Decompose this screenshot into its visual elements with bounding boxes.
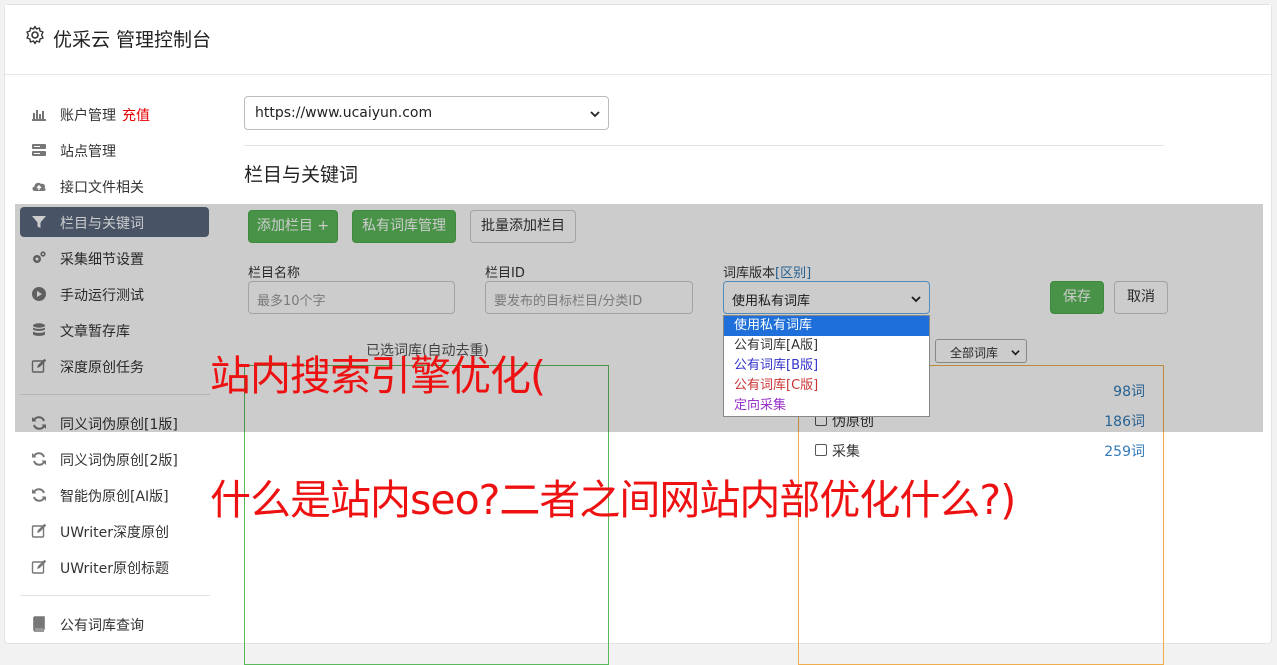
sidebar-item-label: 同义词伪原创[1版] (60, 417, 178, 433)
sidebar-item-uwriter-deep[interactable]: UWriter深度原创 (20, 516, 209, 546)
edit-icon (31, 559, 47, 574)
refresh-icon (32, 416, 46, 430)
sidebar-divider (20, 394, 210, 395)
database-icon (33, 323, 45, 336)
sidebar-item-interface[interactable]: 接口文件相关 (20, 171, 209, 201)
play-circle-icon (32, 287, 46, 301)
private-lib-button[interactable]: 私有词库管理 (352, 210, 456, 243)
sidebar-item-label: 手动运行测试 (60, 288, 144, 304)
all-libs-select[interactable]: 全部词库 (935, 339, 1027, 363)
edit-icon (31, 358, 47, 373)
sidebar-item-label: UWriter深度原创 (60, 525, 169, 541)
edit-icon (31, 523, 47, 538)
dropdown-option[interactable]: 定向采集 (724, 396, 929, 416)
console-title: 优采云 管理控制台 (53, 29, 212, 51)
gear-icon (26, 25, 44, 45)
cloud-upload-icon (32, 182, 46, 191)
dropdown-option[interactable]: 公有词库[A版] (724, 336, 929, 356)
sidebar-item-manual-run[interactable]: 手动运行测试 (20, 279, 209, 309)
lib-count: 186词 (1104, 414, 1145, 430)
column-name-label: 栏目名称 (248, 266, 301, 281)
page-title: 栏目与关键词 (244, 164, 359, 186)
add-column-button[interactable]: 添加栏目 + (248, 210, 338, 243)
sidebar-item-label: 栏目与关键词 (60, 216, 144, 232)
lib-name: 采集 (832, 444, 860, 460)
column-id-label: 栏目ID (485, 266, 525, 281)
site-select[interactable]: https://www.ucaiyun.com (244, 96, 609, 130)
sidebar-item-account[interactable]: 账户管理 充值 (20, 99, 209, 129)
sidebar-item-uwriter-title[interactable]: UWriter原创标题 (20, 552, 209, 582)
refresh-icon (32, 488, 46, 502)
lib-count: 98词 (1113, 384, 1145, 400)
top-header: 优采云 管理控制台 (5, 5, 1271, 75)
sidebar-item-columns-keywords[interactable]: 栏目与关键词 (20, 207, 209, 237)
save-button[interactable]: 保存 (1050, 281, 1104, 314)
cogs-icon (33, 251, 46, 263)
sidebar-item-label: 智能伪原创[AI版] (60, 489, 169, 505)
sidebar-item-ai-rewrite[interactable]: 智能伪原创[AI版] (20, 480, 209, 510)
sidebar-item-label: 接口文件相关 (60, 180, 144, 196)
chevron-down-icon (911, 296, 921, 303)
sidebar-item-label: 公有词库查询 (60, 618, 144, 634)
difference-link[interactable]: [区别] (775, 266, 811, 281)
dropdown-option[interactable]: 公有词库[C版] (724, 376, 929, 396)
lib-version-value: 使用私有词库 (732, 294, 811, 309)
sidebar-item-label: 站点管理 (60, 144, 116, 160)
lib-row[interactable]: 采集 259词 (815, 441, 1145, 461)
sidebar-item-synonym-v2[interactable]: 同义词伪原创[2版] (20, 444, 209, 474)
column-name-input[interactable]: 最多10个字 (248, 281, 455, 314)
column-id-input[interactable]: 要发布的目标栏目/分类ID (485, 281, 693, 314)
sidebar-item-sites[interactable]: 站点管理 (20, 135, 209, 165)
sidebar-item-article-store[interactable]: 文章暂存库 (20, 315, 209, 345)
chevron-down-icon (590, 111, 600, 118)
dropdown-option[interactable]: 使用私有词库 (724, 316, 929, 336)
cancel-button[interactable]: 取消 (1114, 281, 1168, 314)
lib-version-dropdown[interactable]: 使用私有词库 公有词库[A版] 公有词库[B版] 公有词库[C版] 定向采集 (723, 315, 930, 417)
sidebar-item-label: 账户管理 (60, 108, 116, 124)
sidebar-item-label: 同义词伪原创[2版] (60, 453, 178, 469)
dropdown-option[interactable]: 公有词库[B版] (724, 356, 929, 376)
filter-icon (32, 216, 46, 228)
divider (244, 145, 1164, 146)
sidebar-item-public-lib[interactable]: 公有词库查询 (20, 609, 209, 639)
book-icon (33, 616, 45, 632)
refresh-icon (32, 452, 46, 466)
chevron-down-icon (1011, 350, 1020, 356)
recharge-link[interactable]: 充值 (122, 108, 150, 124)
lib-checkbox[interactable] (815, 444, 827, 456)
sidebar-item-collect-settings[interactable]: 采集细节设置 (20, 243, 209, 273)
bar-chart-icon (32, 110, 46, 121)
lib-version-label: 词库版本[区别] (723, 266, 812, 281)
sidebar-item-synonym-v1[interactable]: 同义词伪原创[1版] (20, 408, 209, 438)
sidebar-item-label: 深度原创任务 (60, 360, 144, 376)
sidebar-item-label: UWriter原创标题 (60, 561, 169, 577)
sidebar-item-label: 采集细节设置 (60, 252, 144, 268)
batch-add-column-button[interactable]: 批量添加栏目 (470, 210, 576, 243)
sidebar-item-label: 文章暂存库 (60, 324, 130, 340)
overlay-headline-line2: 什么是站内seo?二者之间网站内部优化什么?) (210, 476, 1016, 524)
sidebar-divider (20, 595, 210, 596)
site-select-value: https://www.ucaiyun.com (255, 105, 433, 121)
overlay-headline-line1: 站内搜索引擎优化( (210, 352, 546, 400)
sidebar-item-deep-original[interactable]: 深度原创任务 (20, 351, 209, 381)
server-icon (32, 144, 46, 156)
lib-version-select[interactable]: 使用私有词库 (723, 281, 930, 314)
lib-count: 259词 (1104, 444, 1145, 460)
